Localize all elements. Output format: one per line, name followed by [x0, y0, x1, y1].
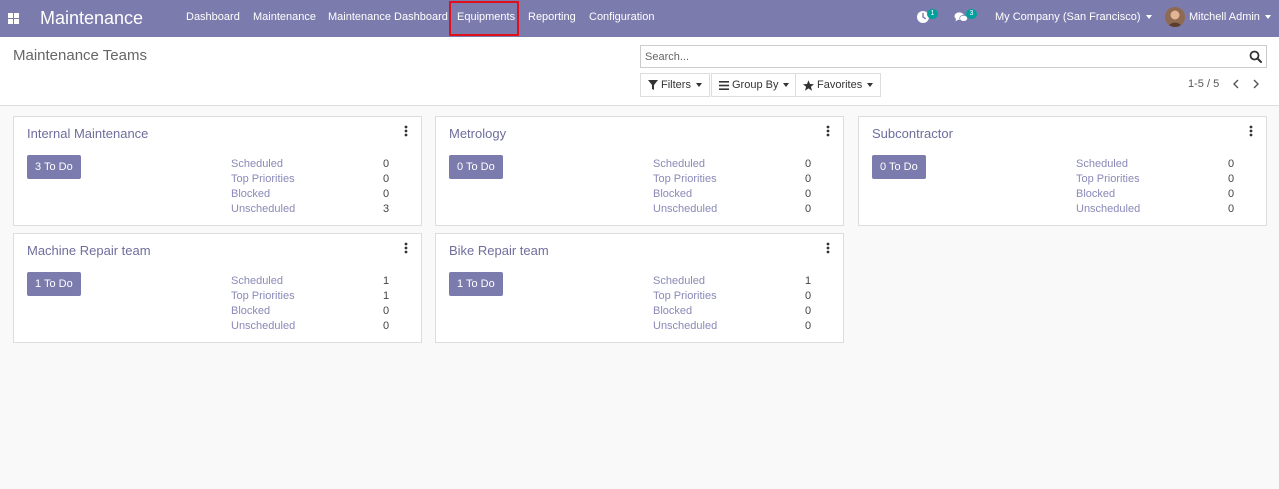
user-name: Mitchell Admin — [1189, 11, 1260, 23]
chevron-right-icon[interactable] — [1249, 77, 1263, 91]
stat-value: 1 — [383, 275, 390, 287]
menu-maintenance[interactable]: Maintenance — [253, 11, 316, 24]
stat-label[interactable]: Blocked — [231, 305, 270, 318]
stat-value: 0 — [805, 188, 812, 200]
stat-value: 0 — [805, 158, 812, 170]
todo-button[interactable]: 3 To Do — [27, 155, 81, 179]
stat-label[interactable]: Blocked — [1076, 188, 1115, 201]
todo-button[interactable]: 1 To Do — [449, 272, 503, 296]
stat-value: 0 — [805, 305, 812, 317]
company-switcher[interactable]: My Company (San Francisco) — [995, 11, 1152, 24]
stat-value: 1 — [805, 275, 812, 287]
stat-value: 0 — [805, 320, 812, 332]
stat-label[interactable]: Unscheduled — [653, 320, 717, 333]
page-title: Maintenance Teams — [13, 47, 147, 64]
user-menu[interactable]: Mitchell Admin — [1189, 11, 1271, 24]
stat-label[interactable]: Top Priorities — [653, 173, 717, 186]
activity-count-badge: 1 — [927, 9, 938, 19]
stat-value: 0 — [383, 305, 390, 317]
todo-button[interactable]: 1 To Do — [27, 272, 81, 296]
stat-label[interactable]: Scheduled — [653, 158, 705, 171]
todo-button[interactable]: 0 To Do — [449, 155, 503, 179]
stat-value: 0 — [805, 290, 812, 302]
stat-label[interactable]: Unscheduled — [231, 203, 295, 216]
team-name[interactable]: Bike Repair team — [449, 243, 549, 258]
stat-label[interactable]: Scheduled — [653, 275, 705, 288]
group-by-button[interactable]: Group By — [711, 73, 798, 97]
chevron-left-icon[interactable] — [1229, 77, 1243, 91]
stat-label[interactable]: Unscheduled — [1076, 203, 1140, 216]
stat-label[interactable]: Blocked — [653, 305, 692, 318]
stat-label[interactable]: Blocked — [653, 188, 692, 201]
stat-value: 0 — [383, 188, 390, 200]
stat-label[interactable]: Unscheduled — [653, 203, 717, 216]
search-input[interactable] — [645, 49, 1235, 65]
team-name[interactable]: Internal Maintenance — [27, 126, 148, 141]
apps-grid-icon[interactable] — [8, 13, 19, 24]
menu-configuration[interactable]: Configuration — [589, 11, 654, 24]
team-name[interactable]: Machine Repair team — [27, 243, 151, 258]
stat-label[interactable]: Top Priorities — [231, 290, 295, 303]
team-card[interactable]: Bike Repair team 1 To Do Scheduled 1 Top Pri… — [435, 233, 844, 343]
stat-value: 0 — [1228, 173, 1235, 185]
caret-down-icon — [867, 83, 874, 87]
stat-value: 0 — [805, 173, 812, 185]
stat-label[interactable]: Blocked — [231, 188, 270, 201]
filter-icon — [648, 80, 658, 90]
favorites-button[interactable]: Favorites — [795, 73, 882, 97]
search-icon[interactable] — [1249, 50, 1262, 63]
stat-label[interactable]: Unscheduled — [231, 320, 295, 333]
stat-value: 0 — [805, 203, 812, 215]
message-count-badge: 3 — [966, 9, 977, 19]
stat-label[interactable]: Scheduled — [231, 158, 283, 171]
kebab-menu-icon[interactable] — [403, 125, 409, 137]
todo-button[interactable]: 0 To Do — [872, 155, 926, 179]
stat-value: 1 — [383, 290, 390, 302]
pager-value[interactable]: 1-5 / 5 — [1188, 78, 1219, 91]
stat-value: 0 — [1228, 158, 1235, 170]
kebab-menu-icon[interactable] — [825, 125, 831, 137]
caret-down-icon — [783, 83, 790, 87]
kebab-menu-icon[interactable] — [403, 242, 409, 254]
caret-down-icon — [1264, 15, 1271, 20]
app-brand[interactable]: Maintenance — [40, 7, 143, 29]
user-photo-icon — [1165, 7, 1185, 27]
menu-maintenance-dashboard[interactable]: Maintenance Dashboard — [328, 11, 448, 24]
stat-label[interactable]: Scheduled — [231, 275, 283, 288]
team-card[interactable]: Metrology 0 To Do Scheduled 0 Top Priorities… — [435, 116, 844, 226]
group-by-label: Group By — [732, 79, 779, 91]
control-panel: Maintenance Teams Filters Group By Favor… — [0, 37, 1279, 106]
stat-label[interactable]: Scheduled — [1076, 158, 1128, 171]
caret-down-icon — [1145, 15, 1152, 20]
search-box[interactable] — [640, 45, 1267, 68]
kebab-menu-icon[interactable] — [825, 242, 831, 254]
team-name[interactable]: Subcontractor — [872, 126, 953, 141]
stat-value: 3 — [383, 203, 390, 215]
stat-value: 0 — [383, 173, 390, 185]
stat-value: 0 — [383, 320, 390, 332]
stat-label[interactable]: Top Priorities — [653, 290, 717, 303]
menu-dashboard[interactable]: Dashboard — [186, 11, 240, 24]
team-card[interactable]: Internal Maintenance 3 To Do Scheduled 0 Top… — [13, 116, 422, 226]
stat-value: 0 — [383, 158, 390, 170]
menu-reporting[interactable]: Reporting — [528, 11, 576, 24]
list-icon — [719, 80, 729, 90]
favorites-label: Favorites — [817, 79, 863, 91]
team-card[interactable]: Subcontractor 0 To Do Scheduled 0 Top Priori… — [858, 116, 1267, 226]
kebab-menu-icon[interactable] — [1248, 125, 1254, 137]
stat-value: 0 — [1228, 188, 1235, 200]
stat-value: 0 — [1228, 203, 1235, 215]
stat-label[interactable]: Top Priorities — [1076, 173, 1140, 186]
filters-button[interactable]: Filters — [640, 73, 710, 97]
filters-label: Filters — [661, 79, 691, 91]
team-card[interactable]: Machine Repair team 1 To Do Scheduled 1 Top … — [13, 233, 422, 343]
company-name: My Company (San Francisco) — [995, 11, 1141, 23]
user-avatar[interactable] — [1165, 7, 1185, 27]
stat-label[interactable]: Top Priorities — [231, 173, 295, 186]
star-icon — [803, 79, 814, 91]
top-navbar: Maintenance Dashboard Maintenance Mainte… — [0, 0, 1279, 37]
menu-equipments[interactable]: Equipments — [457, 11, 515, 24]
team-name[interactable]: Metrology — [449, 126, 506, 141]
caret-down-icon — [695, 83, 702, 87]
